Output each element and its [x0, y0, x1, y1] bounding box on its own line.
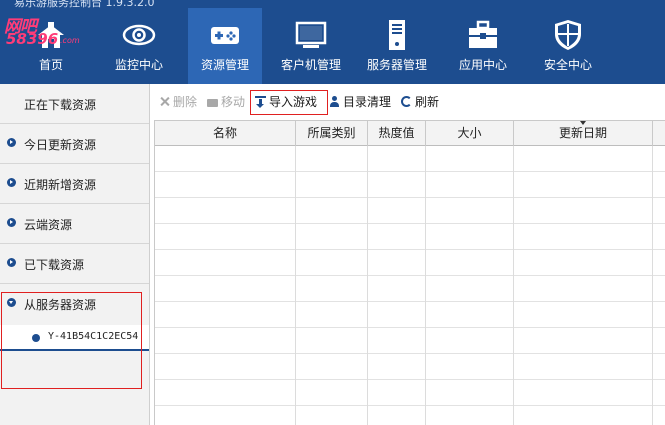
server-icon: [389, 20, 405, 50]
gamepad-icon: [211, 27, 239, 44]
nav-resource-management[interactable]: 资源管理: [188, 8, 262, 84]
server-name: Y-41B54C1C2EC54: [48, 331, 139, 342]
sidebar-item-recent-added[interactable]: 近期新增资源: [0, 164, 149, 204]
column-divider: [295, 146, 296, 425]
column-divider: [513, 146, 514, 425]
nav-server-management[interactable]: 服务器管理: [360, 8, 434, 84]
cleanup-label: 目录清理: [343, 95, 392, 109]
nav-client-label: 客户机管理: [280, 58, 341, 72]
delete-icon: [159, 96, 170, 107]
nav-app-label: 应用中心: [458, 58, 507, 72]
sidebar-item-cloud[interactable]: 云端资源: [0, 204, 149, 244]
sidebar-item-label: 从服务器资源: [24, 298, 97, 312]
folder-icon: [207, 99, 218, 107]
cleanup-icon: [329, 96, 340, 107]
nav-app-center[interactable]: 应用中心: [446, 8, 520, 84]
title-bar: 易乐游服务控制台 1.9.3.2.0: [0, 0, 665, 8]
column-divider: [367, 146, 368, 425]
collapse-arrow-icon: [7, 298, 16, 307]
delete-label: 删除: [173, 95, 198, 109]
expand-arrow-icon: [7, 258, 16, 267]
refresh-icon: [401, 96, 412, 107]
move-button[interactable]: 移动: [207, 93, 245, 111]
nav-client-management[interactable]: 客户机管理: [274, 8, 348, 84]
logo-text-2: 58396: [6, 30, 59, 48]
nav-security-label: 安全中心: [543, 58, 592, 72]
logo-text-3: .com: [60, 36, 80, 45]
nav-resource-label: 资源管理: [200, 58, 249, 72]
resource-toolbar: 删除 移动 导入游戏 目录清理 刷新: [151, 84, 665, 118]
sidebar-item-label: 正在下载资源: [24, 98, 97, 112]
server-dot-icon: [32, 334, 40, 342]
monitor-icon: [295, 21, 327, 48]
move-label: 移动: [221, 95, 246, 109]
sidebar-item-from-server[interactable]: 从服务器资源: [0, 284, 149, 324]
toolbox-icon: [469, 20, 497, 48]
import-game-button[interactable]: 导入游戏: [255, 93, 317, 111]
column-header-popularity[interactable]: 热度值: [368, 121, 426, 146]
nav-monitor-label: 监控中心: [114, 58, 163, 72]
column-header-update-date-label: 更新日期: [558, 126, 607, 140]
nav-server-label: 服务器管理: [366, 58, 427, 72]
table-header: 名称 所属类别 热度值 大小 更新日期: [155, 121, 665, 146]
sort-desc-icon: [580, 121, 586, 125]
sidebar-item-label: 已下载资源: [24, 258, 85, 272]
sidebar-item-today-updated[interactable]: 今日更新资源: [0, 124, 149, 164]
import-icon: [255, 96, 266, 108]
column-header-size[interactable]: 大小: [426, 121, 514, 146]
window-title: 易乐游服务控制台 1.9.3.2.0: [14, 0, 155, 8]
expand-arrow-icon: [7, 218, 16, 227]
sidebar-item-label: 近期新增资源: [24, 178, 97, 192]
delete-button[interactable]: 删除: [159, 93, 197, 111]
column-header-category[interactable]: 所属类别: [296, 121, 368, 146]
nav-home-label: 首页: [38, 58, 63, 72]
table-body[interactable]: [155, 146, 665, 425]
resource-table: 名称 所属类别 热度值 大小 更新日期: [154, 120, 665, 425]
shield-icon: [555, 20, 581, 50]
sidebar-item-label: 今日更新资源: [24, 138, 97, 152]
sidebar-item-downloaded[interactable]: 已下载资源: [0, 244, 149, 284]
column-divider: [652, 146, 653, 425]
column-divider: [425, 146, 426, 425]
watermark-logo: 网吧 58396 .com: [4, 10, 108, 48]
sidebar-subitem-server[interactable]: Y-41B54C1C2EC54: [0, 325, 149, 351]
expand-arrow-icon: [7, 138, 16, 147]
sidebar-item-downloading[interactable]: 正在下载资源: [0, 84, 149, 124]
sidebar-item-label: 云端资源: [24, 218, 73, 232]
app-header: 易乐游服务控制台 1.9.3.2.0 首页 监控中心 资源管理 客户机管理 服务…: [0, 0, 665, 84]
expand-arrow-icon: [7, 178, 16, 187]
refresh-button[interactable]: 刷新: [401, 93, 439, 111]
import-label: 导入游戏: [269, 95, 318, 109]
resource-sidebar: 正在下载资源 今日更新资源 近期新增资源 云端资源 已下载资源 从服务器资源 Y…: [0, 84, 150, 425]
refresh-label: 刷新: [415, 95, 440, 109]
nav-security-center[interactable]: 安全中心: [531, 8, 605, 84]
eye-icon: [122, 24, 156, 46]
nav-monitor-center[interactable]: 监控中心: [102, 8, 176, 84]
column-header-update-date[interactable]: 更新日期: [514, 121, 653, 146]
column-header-name[interactable]: 名称: [155, 121, 296, 146]
directory-cleanup-button[interactable]: 目录清理: [329, 93, 391, 111]
